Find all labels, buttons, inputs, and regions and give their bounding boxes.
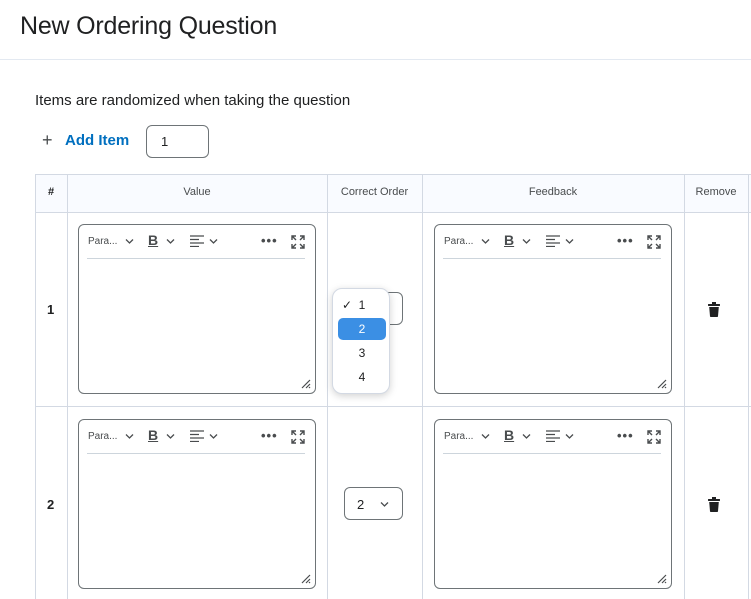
dropdown-option[interactable]: 3 xyxy=(338,342,386,364)
row-number: 1 xyxy=(47,302,55,317)
grid-line xyxy=(35,174,36,599)
feedback-editor[interactable]: Para... B ••• xyxy=(434,224,672,394)
resize-handle-icon[interactable] xyxy=(655,572,667,584)
dropdown-option-label: 1 xyxy=(358,298,366,312)
dropdown-option[interactable]: 4 xyxy=(338,366,386,388)
chevron-down-icon xyxy=(166,239,175,244)
chevron-down-icon xyxy=(522,434,531,439)
plus-icon: + xyxy=(42,130,53,150)
dropdown-option[interactable]: ✓ 1 xyxy=(338,294,386,316)
item-count-input[interactable] xyxy=(146,125,209,158)
paragraph-format-button[interactable]: Para... xyxy=(444,431,473,442)
page-title: New Ordering Question xyxy=(20,12,278,40)
value-editor[interactable]: Para... B ••• xyxy=(78,224,316,394)
resize-handle-icon[interactable] xyxy=(299,377,311,389)
dropdown-option-label: 4 xyxy=(358,370,366,384)
align-left-icon[interactable] xyxy=(546,235,560,247)
grid-line xyxy=(35,406,751,407)
fullscreen-icon[interactable] xyxy=(291,430,305,444)
fullscreen-icon[interactable] xyxy=(647,430,661,444)
paragraph-format-button[interactable]: Para... xyxy=(88,236,117,247)
chevron-down-icon xyxy=(380,502,389,507)
grid-line xyxy=(35,174,751,175)
chevron-down-icon xyxy=(209,239,218,244)
editor-toolbar: Para... B ••• xyxy=(435,225,671,259)
chevron-down-icon xyxy=(481,239,490,244)
resize-handle-icon[interactable] xyxy=(299,572,311,584)
dropdown-option-label: 3 xyxy=(358,346,366,360)
chevron-down-icon xyxy=(565,239,574,244)
trash-icon[interactable] xyxy=(708,302,720,317)
header-remove: Remove xyxy=(695,186,737,198)
resize-handle-icon[interactable] xyxy=(655,377,667,389)
grid-line xyxy=(684,174,685,599)
editor-toolbar: Para... B ••• xyxy=(79,225,315,259)
align-left-icon[interactable] xyxy=(190,430,204,442)
value-editor[interactable]: Para... B ••• xyxy=(78,419,316,589)
paragraph-format-button[interactable]: Para... xyxy=(88,431,117,442)
row-number: 2 xyxy=(47,497,55,512)
align-left-icon[interactable] xyxy=(190,235,204,247)
bold-button[interactable]: B xyxy=(148,427,158,443)
more-options-icon[interactable]: ••• xyxy=(617,233,634,248)
bold-button[interactable]: B xyxy=(148,232,158,248)
add-item-button[interactable]: + Add Item xyxy=(42,131,129,149)
grid-line xyxy=(748,174,749,599)
fullscreen-icon[interactable] xyxy=(647,235,661,249)
correct-order-select[interactable]: 2 xyxy=(344,487,403,520)
toolbar-divider xyxy=(87,258,305,259)
chevron-down-icon xyxy=(565,434,574,439)
chevron-down-icon xyxy=(209,434,218,439)
align-left-icon[interactable] xyxy=(546,430,560,442)
fullscreen-icon[interactable] xyxy=(291,235,305,249)
bold-button[interactable]: B xyxy=(504,232,514,248)
header-value: Value xyxy=(183,186,211,198)
correct-order-value: 2 xyxy=(357,497,365,512)
add-item-label: Add Item xyxy=(65,131,130,149)
checkmark-icon: ✓ xyxy=(342,298,353,312)
header-num: # xyxy=(47,186,55,198)
editor-toolbar: Para... B ••• xyxy=(79,420,315,454)
chevron-down-icon xyxy=(125,239,134,244)
trash-icon[interactable] xyxy=(708,497,720,512)
title-divider xyxy=(0,59,751,60)
header-feedback: Feedback xyxy=(528,186,578,198)
toolbar-divider xyxy=(443,453,661,454)
chevron-down-icon xyxy=(125,434,134,439)
more-options-icon[interactable]: ••• xyxy=(261,428,278,443)
grid-line xyxy=(422,174,423,599)
dropdown-option-label: 2 xyxy=(358,322,366,336)
toolbar-divider xyxy=(87,453,305,454)
correct-order-dropdown: ✓ 1 2 3 4 xyxy=(332,288,390,394)
chevron-down-icon xyxy=(481,434,490,439)
more-options-icon[interactable]: ••• xyxy=(617,428,634,443)
paragraph-format-button[interactable]: Para... xyxy=(444,236,473,247)
editor-toolbar: Para... B ••• xyxy=(435,420,671,454)
dropdown-option[interactable]: 2 xyxy=(338,318,386,340)
grid-line xyxy=(67,174,68,599)
bold-button[interactable]: B xyxy=(504,427,514,443)
feedback-editor[interactable]: Para... B ••• xyxy=(434,419,672,589)
toolbar-divider xyxy=(443,258,661,259)
grid-line xyxy=(35,212,751,213)
chevron-down-icon xyxy=(522,239,531,244)
chevron-down-icon xyxy=(166,434,175,439)
grid-line xyxy=(327,174,328,599)
randomize-hint: Items are randomized when taking the que… xyxy=(35,92,351,109)
more-options-icon[interactable]: ••• xyxy=(261,233,278,248)
header-correct-order: Correct Order xyxy=(340,186,409,198)
